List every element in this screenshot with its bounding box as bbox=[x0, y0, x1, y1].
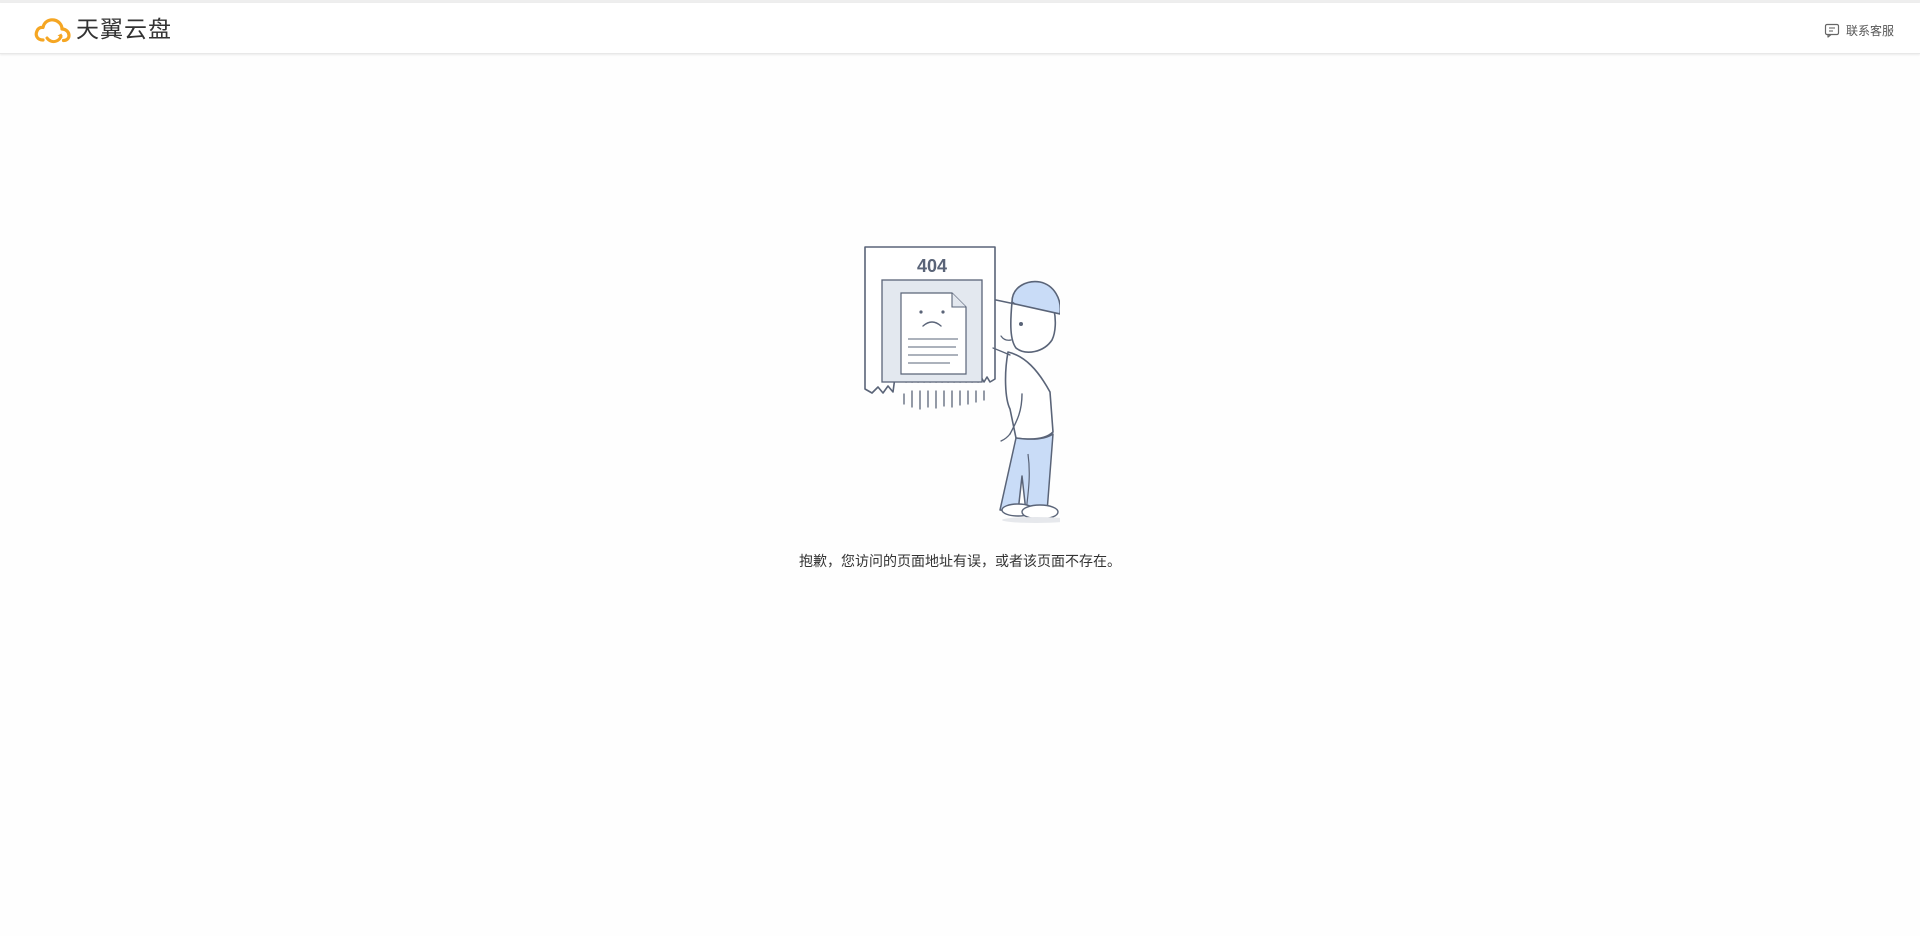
logo[interactable]: 天翼云盘 bbox=[34, 15, 172, 45]
chat-icon bbox=[1824, 23, 1840, 38]
cloud-logo-icon bbox=[34, 18, 71, 44]
error-message: 抱歉，您访问的页面地址有误，或者该页面不存在。 bbox=[799, 554, 1121, 570]
error-404-illustration: 404 bbox=[864, 246, 1060, 523]
contact-support-label: 联系客服 bbox=[1845, 23, 1894, 38]
logo-text: 天翼云盘 bbox=[76, 17, 172, 43]
contact-support-link[interactable]: 联系客服 bbox=[1824, 19, 1894, 41]
top-header: 天翼云盘 联系客服 bbox=[0, 3, 1920, 54]
error-code-text: 404 bbox=[917, 256, 947, 276]
